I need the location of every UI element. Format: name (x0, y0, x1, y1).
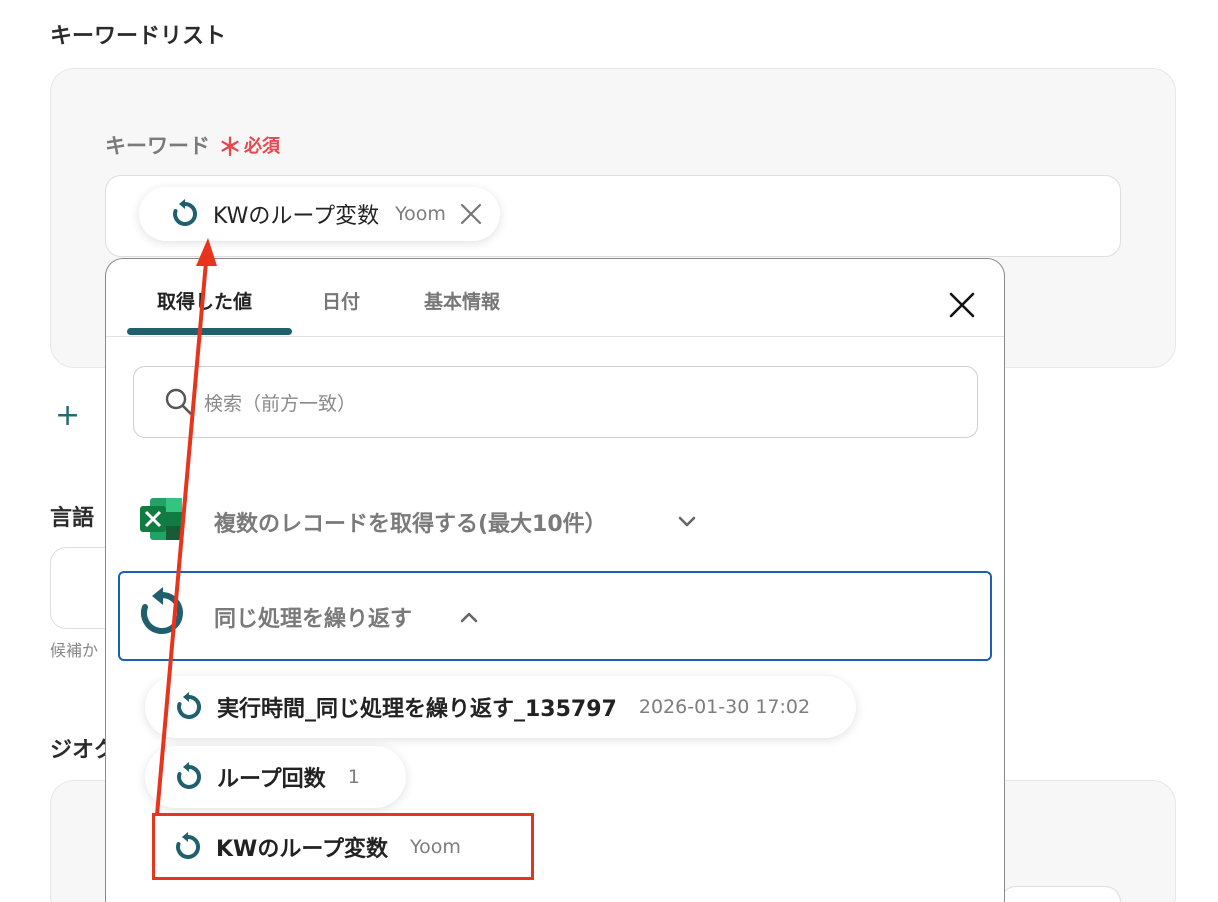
annotation-arrow (155, 238, 217, 816)
arrow-shaft (155, 261, 208, 816)
arrow-head (196, 238, 217, 266)
